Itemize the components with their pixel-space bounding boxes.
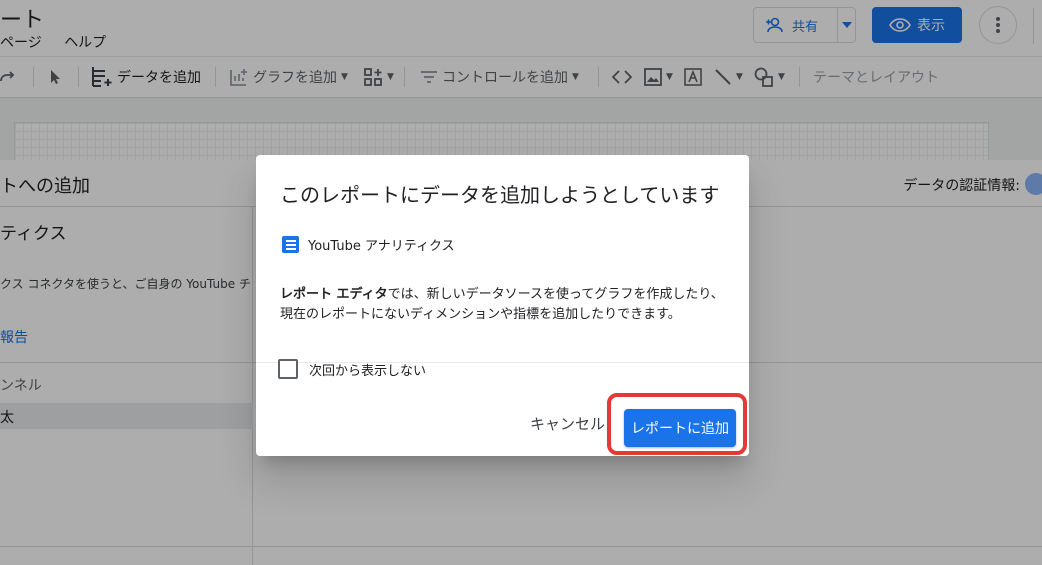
report-editor-term: レポート エディタ <box>280 287 388 302</box>
data-source-name: YouTube アナリティクス <box>308 239 455 254</box>
dont-show-again-row[interactable]: 次回から表示しない <box>278 359 426 379</box>
dialog-title: このレポートにデータを追加しようとしています <box>280 183 720 207</box>
data-source-row: YouTube アナリティクス <box>282 235 455 254</box>
add-to-report-button[interactable]: レポートに追加 <box>624 409 736 447</box>
add-data-dialog: このレポートにデータを追加しようとしています YouTube アナリティクス レ… <box>256 155 749 456</box>
cancel-button[interactable]: キャンセル <box>530 413 605 434</box>
dont-show-again-label[interactable]: 次回から表示しない <box>309 360 426 379</box>
data-source-icon <box>282 236 299 253</box>
dialog-body: レポート エディタでは、新しいデータソースを使ってグラフを作成したり、現在のレポ… <box>280 285 730 325</box>
dont-show-again-checkbox[interactable] <box>278 359 298 379</box>
